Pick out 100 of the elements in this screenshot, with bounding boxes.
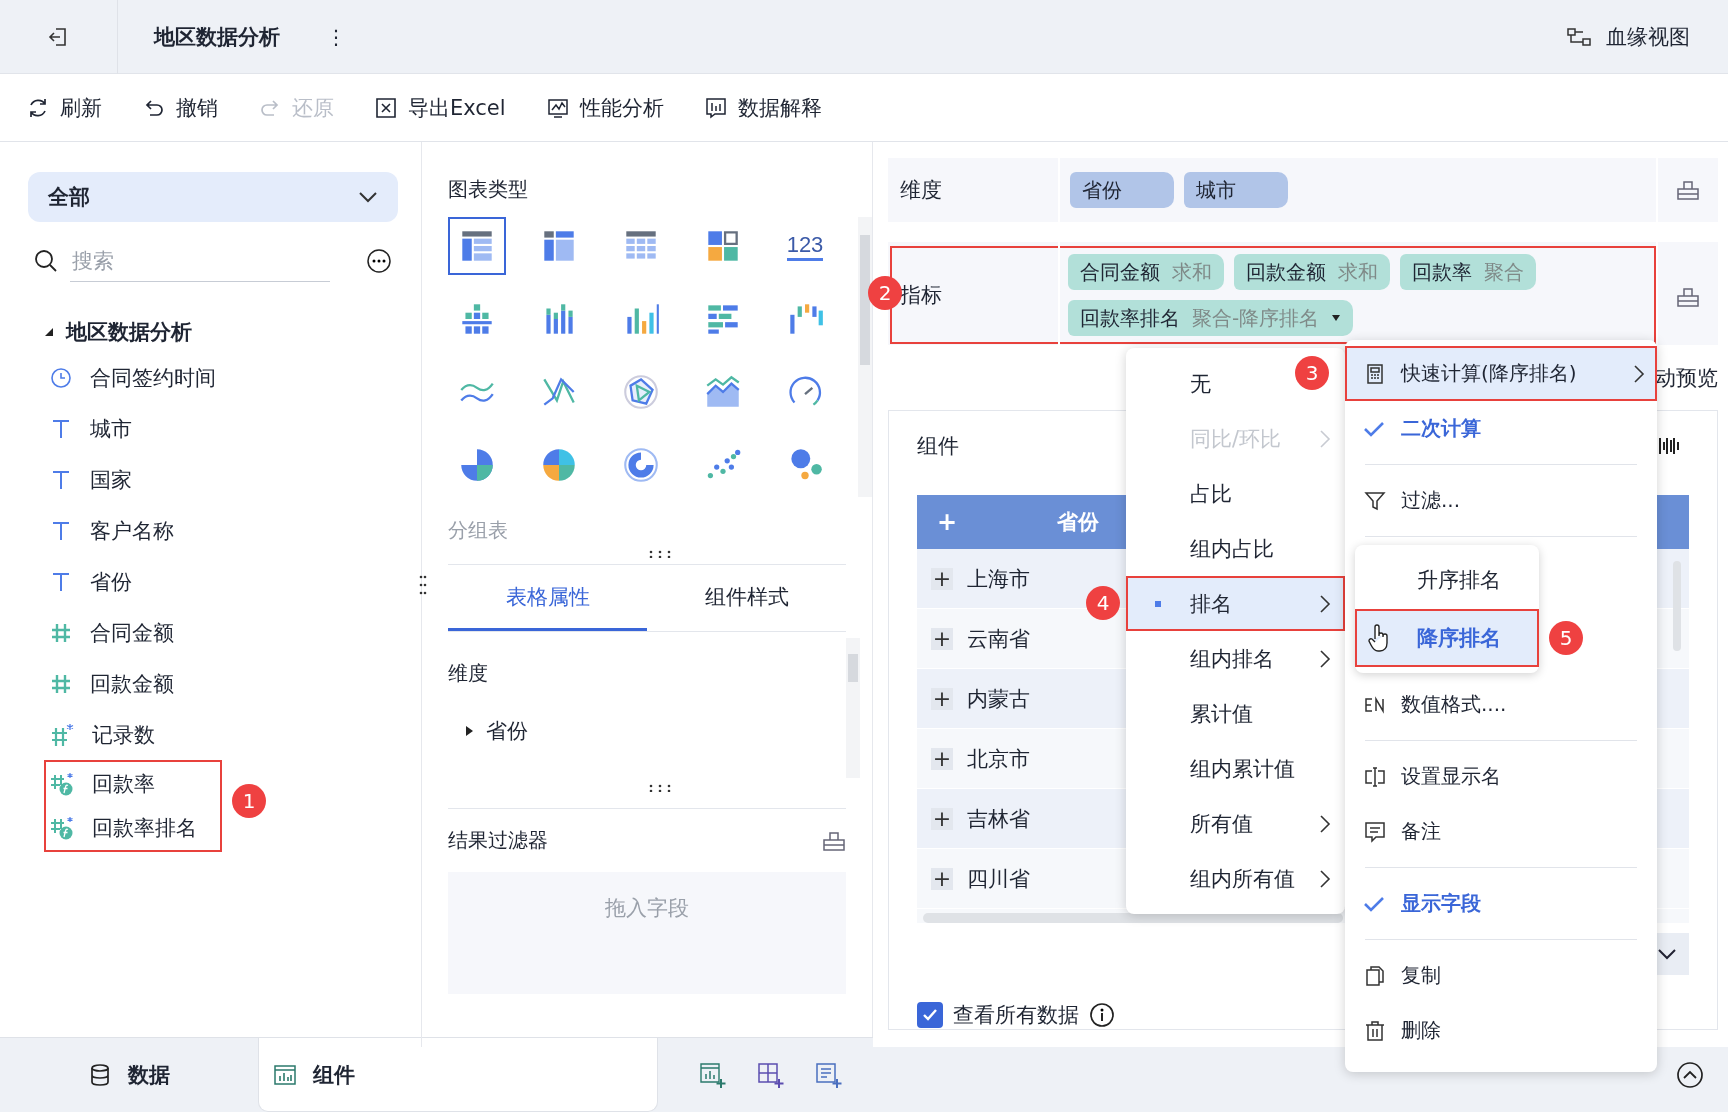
menu-item[interactable]: 显示字段: [1345, 876, 1657, 931]
field-item[interactable]: 回款金额: [50, 658, 397, 709]
field-item[interactable]: 记录数: [50, 709, 397, 760]
menu-item[interactable]: 所有值: [1126, 796, 1345, 851]
menu-item[interactable]: 过滤...: [1345, 473, 1657, 528]
lineage-view-button[interactable]: 血缘视图: [1562, 18, 1694, 55]
more-menu[interactable]: ⋮: [326, 24, 346, 49]
dimension-item[interactable]: 省份: [464, 717, 528, 745]
category-dropdown[interactable]: 全部: [28, 172, 398, 222]
menu-item[interactable]: 累计值: [1126, 686, 1345, 741]
menu-item[interactable]: 删除: [1345, 1003, 1657, 1058]
clear-icon[interactable]: [1676, 286, 1700, 308]
add-chart-icon[interactable]: [698, 1061, 726, 1089]
menu-item[interactable]: 快速计算(降序排名): [1345, 346, 1657, 401]
menu-item[interactable]: 备注: [1345, 804, 1657, 859]
chevron-down-icon: [358, 191, 378, 203]
checkbox[interactable]: [917, 1002, 943, 1028]
exit-icon[interactable]: [47, 25, 69, 48]
measure-chip[interactable]: 回款率 聚合: [1400, 254, 1536, 290]
clock-icon: [50, 366, 72, 389]
text-type-icon: [50, 570, 72, 593]
resize-handle-icon[interactable]: [419, 574, 427, 596]
chevron-right-icon: [1633, 363, 1645, 384]
menu-item[interactable]: 占比: [1126, 466, 1345, 521]
menu-item[interactable]: 二次计算: [1345, 401, 1657, 456]
table-cell-text: 上海市: [967, 565, 1030, 593]
menu-item[interactable]: 排名: [1126, 576, 1345, 631]
bottom-tab[interactable]: 组件: [258, 1038, 658, 1112]
clear-icon[interactable]: [1676, 179, 1700, 201]
scrollbar[interactable]: [858, 217, 872, 497]
chevron-right-icon: [1319, 593, 1331, 614]
chart-type-button[interactable]: 123: [776, 217, 834, 275]
menu-item[interactable]: 组内所有值: [1126, 851, 1345, 906]
menu-item[interactable]: 组内排名: [1126, 631, 1345, 686]
menu-item[interactable]: 升序排名: [1355, 551, 1539, 609]
more-icon[interactable]: [366, 248, 392, 274]
chevron-right-icon: [1319, 648, 1331, 669]
dataset-node[interactable]: 地区数据分析: [44, 312, 397, 352]
field-item[interactable]: 回款率排名: [50, 806, 220, 850]
dimension-chip[interactable]: 省份: [1070, 172, 1174, 208]
text-cursor-icon: [1363, 764, 1387, 789]
section-title: 维度: [448, 660, 489, 687]
table-cell-text: 四川省: [967, 865, 1030, 893]
search-field[interactable]: 搜索: [70, 240, 330, 282]
checkmark-icon: [1363, 419, 1385, 438]
scrollbar[interactable]: [1673, 561, 1681, 651]
toolbar-button[interactable]: 数据解释: [699, 89, 826, 126]
info-icon[interactable]: [1089, 1002, 1115, 1028]
menu-item[interactable]: 设置显示名: [1345, 749, 1657, 804]
toolbar-button[interactable]: 性能分析: [541, 89, 668, 126]
measure-chip[interactable]: 回款率排名 聚合-降序排名: [1068, 300, 1354, 336]
property-tab[interactable]: 表格属性: [448, 565, 647, 631]
shelf-label: 指标: [899, 282, 943, 309]
menu-item[interactable]: 数值格式....: [1345, 677, 1657, 732]
field-item[interactable]: 国家: [50, 454, 397, 505]
scrollbar[interactable]: [923, 913, 1343, 923]
hash-icon: [50, 621, 72, 644]
expand-button[interactable]: +: [931, 747, 953, 770]
section-title: 图表类型: [448, 176, 529, 203]
expand-button[interactable]: +: [931, 567, 953, 590]
field-item[interactable]: 回款率: [50, 762, 220, 806]
menu-item[interactable]: 组内累计值: [1126, 741, 1345, 796]
chart-type-button[interactable]: [448, 217, 506, 275]
measure-chip[interactable]: 合同金额 求和: [1068, 254, 1224, 290]
section-title: 结果过滤器: [448, 827, 548, 854]
add-report-icon[interactable]: [814, 1061, 842, 1089]
chevron-right-icon: [1319, 428, 1331, 449]
property-tab[interactable]: 组件样式: [647, 565, 846, 631]
field-item[interactable]: 省份: [50, 556, 397, 607]
expand-button[interactable]: +: [931, 867, 953, 890]
resize-handle-icon[interactable]: [648, 550, 672, 558]
field-item[interactable]: 合同金额: [50, 607, 397, 658]
text-type-icon: [50, 417, 72, 440]
field-item[interactable]: 城市: [50, 403, 397, 454]
expand-button[interactable]: +: [931, 627, 953, 650]
toolbar-button[interactable]: 撤销: [138, 89, 222, 126]
collapse-up-icon[interactable]: [1676, 1061, 1704, 1089]
hash-star-icon: [50, 722, 74, 747]
menu-item[interactable]: 组内占比: [1126, 521, 1345, 576]
add-grid-icon[interactable]: [756, 1061, 784, 1089]
toolbar-button[interactable]: 导出Excel: [370, 89, 510, 126]
resize-handle-icon[interactable]: [648, 784, 672, 792]
hand-cursor-icon: [1367, 623, 1391, 653]
field-item[interactable]: 合同签约时间: [50, 352, 397, 403]
measure-chip[interactable]: 回款金额 求和: [1234, 254, 1390, 290]
bottom-tab[interactable]: 数据: [0, 1038, 258, 1112]
toolbar-button[interactable]: 刷新: [22, 89, 106, 126]
chevron-right-icon: [1319, 813, 1331, 834]
menu-item[interactable]: 复制: [1345, 948, 1657, 1003]
expand-button[interactable]: +: [931, 687, 953, 710]
scrollbar[interactable]: [846, 638, 860, 778]
field-item[interactable]: 客户名称: [50, 505, 397, 556]
dimension-chip[interactable]: 城市: [1184, 172, 1288, 208]
menu-item[interactable]: 降序排名: [1355, 609, 1539, 667]
search-icon: [34, 249, 58, 273]
column-header: 省份: [1057, 509, 1100, 536]
text-type-icon: [50, 468, 72, 491]
expand-button[interactable]: +: [931, 807, 953, 830]
chart-type-name: 分组表: [448, 517, 509, 544]
clear-icon[interactable]: [822, 829, 846, 852]
